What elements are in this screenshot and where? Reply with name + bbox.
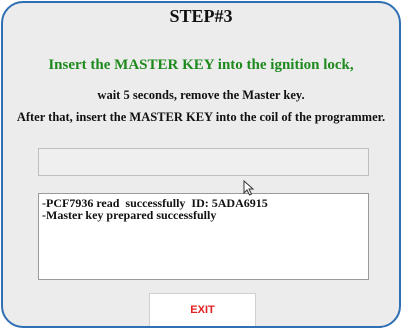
instruction-line-1: wait 5 seconds, remove the Master key.	[97, 88, 305, 102]
instruction-highlight: Insert the MASTER KEY into the ignition …	[48, 57, 354, 73]
progress-field	[38, 148, 369, 176]
mouse-pointer-icon	[243, 180, 255, 196]
step-title: STEP#3	[169, 6, 233, 26]
exit-button[interactable]: EXIT	[149, 293, 256, 326]
step-dialog: STEP#3 Insert the MASTER KEY into the ig…	[1, 1, 401, 328]
log-line: -Master key prepared successfully	[42, 208, 217, 222]
log-output[interactable]: -PCF7936 read successfully ID: 5ADA6915 …	[38, 193, 369, 280]
instruction-line-2: After that, insert the MASTER KEY into t…	[16, 110, 386, 124]
